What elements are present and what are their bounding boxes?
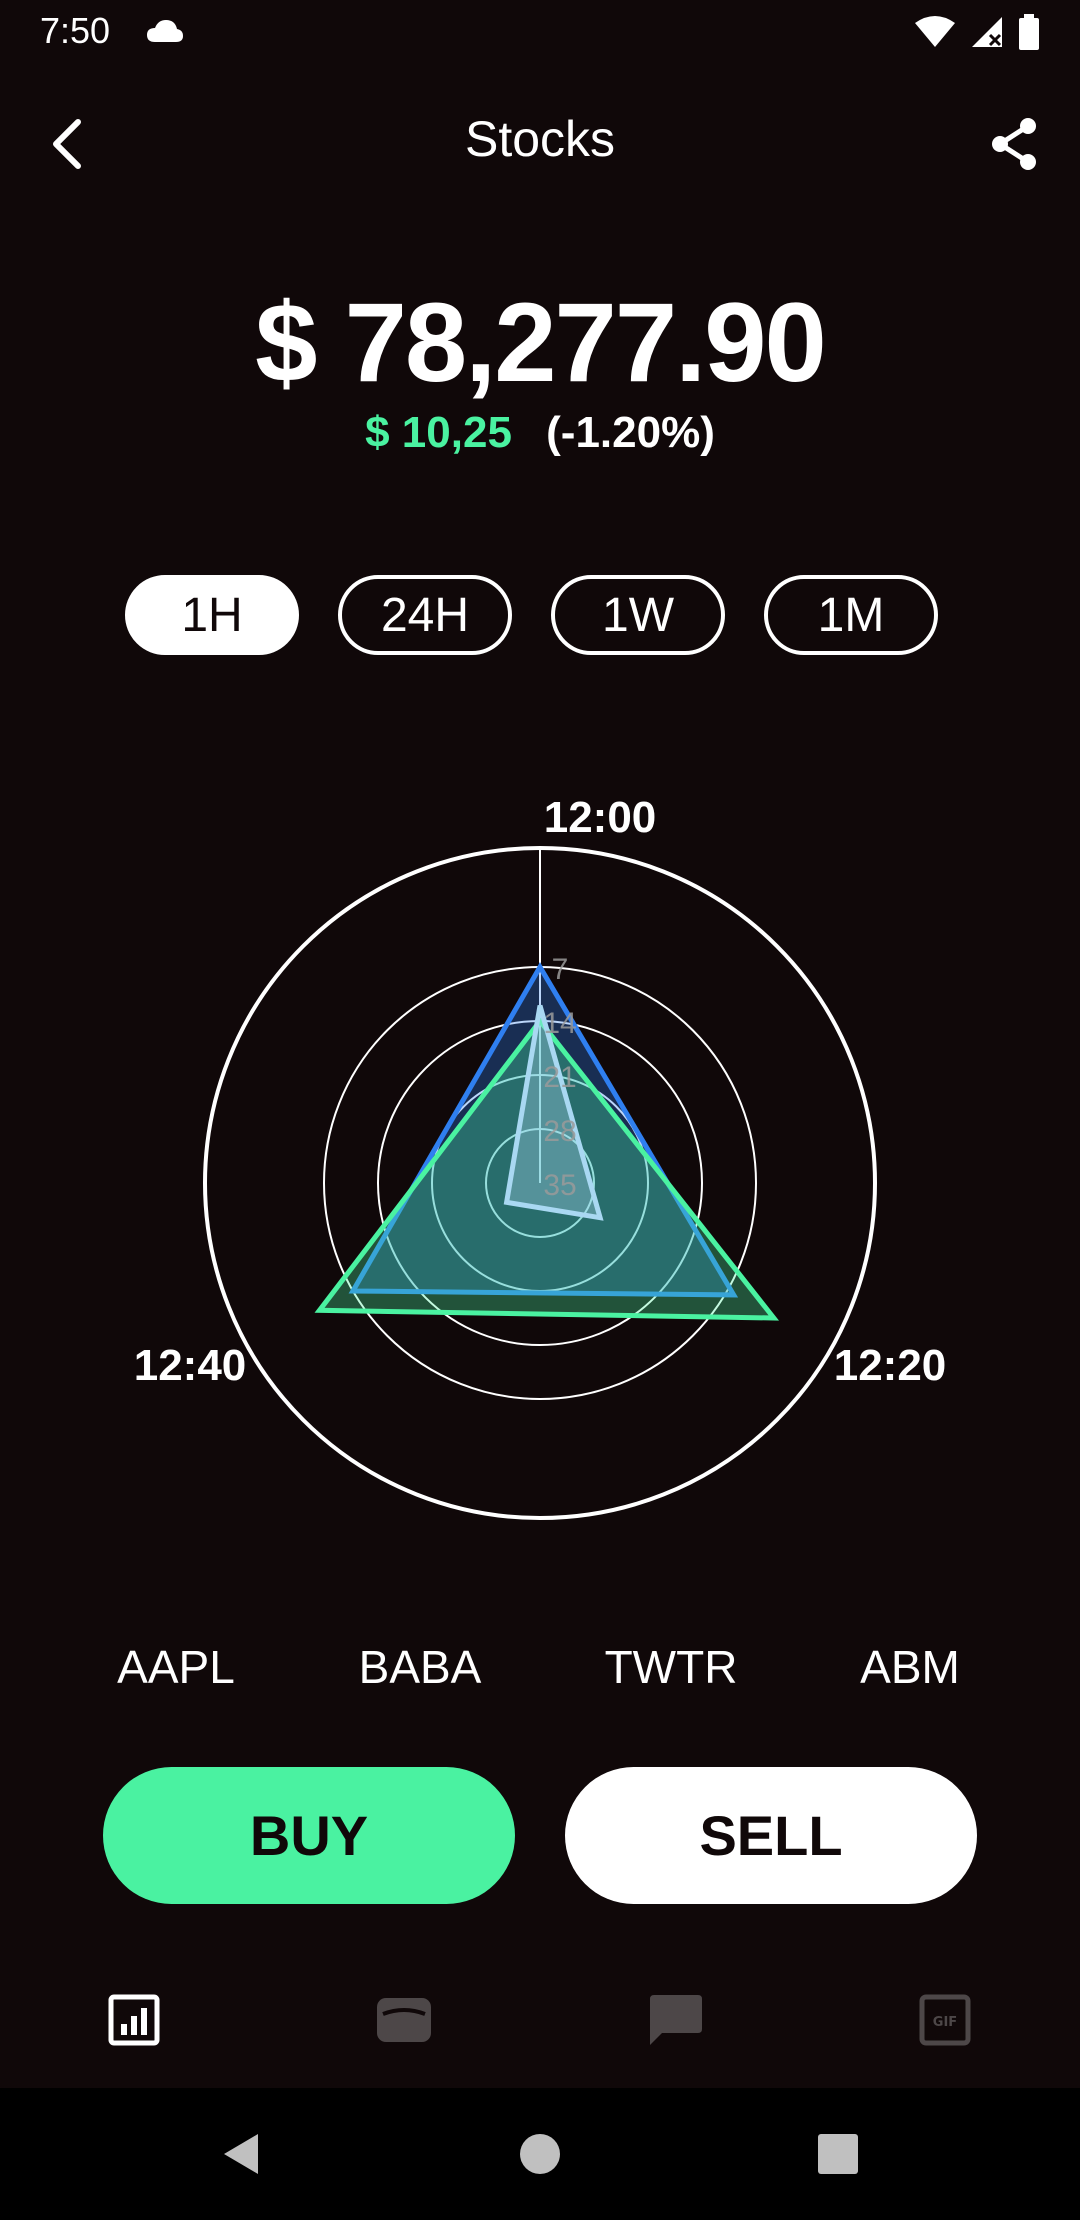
ticker-twtr[interactable]: TWTR <box>605 1640 738 1694</box>
gif-icon: GIF <box>919 1994 971 2046</box>
cloud-icon <box>145 18 185 49</box>
recents-square-icon <box>818 2134 858 2174</box>
ticker-abm[interactable]: ABM <box>860 1640 960 1694</box>
back-triangle-icon <box>224 2134 258 2174</box>
radar-tick-label: 28 <box>543 1115 576 1148</box>
chart-icon <box>108 1994 160 2046</box>
sell-button[interactable]: SELL <box>565 1767 977 1904</box>
system-back-button[interactable] <box>208 2122 272 2186</box>
svg-text:GIF: GIF <box>933 2015 957 2030</box>
system-home-button[interactable] <box>508 2122 572 2186</box>
radar-axis-label: 12:40 <box>134 1341 247 1390</box>
tab-1h[interactable]: 1H <box>125 575 299 655</box>
status-time: 7:50 <box>40 10 111 51</box>
radar-tick-label: 7 <box>552 953 569 986</box>
change-percent: (-1.20%) <box>546 408 715 457</box>
ticker-aapl[interactable]: AAPL <box>117 1640 235 1694</box>
chat-icon <box>650 1995 702 2045</box>
share-button[interactable] <box>982 112 1046 176</box>
nav-item-gif[interactable]: GIF <box>905 1980 985 2060</box>
cell-signal-icon <box>970 15 1004 54</box>
wifi-icon <box>914 15 956 54</box>
stocks-screen: 7:50 Stocks $ 78,277.90 $ 10,25 (-1.20%)… <box>0 0 1080 2220</box>
nav-item-wallet[interactable] <box>364 1980 444 2060</box>
battery-icon <box>1018 14 1040 55</box>
radar-tick-label: 35 <box>543 1169 576 1202</box>
status-bar: 7:50 <box>0 0 1080 64</box>
radar-axis-label: 12:20 <box>834 1341 947 1390</box>
page-title: Stocks <box>464 111 616 167</box>
radar-tick-label: 21 <box>543 1061 576 1094</box>
nav-item-chart[interactable] <box>94 1980 174 2060</box>
tab-24h[interactable]: 24H <box>338 575 512 655</box>
change-amount: $ 10,25 <box>365 408 512 457</box>
balance-change: $ 10,25 (-1.20%) <box>0 408 1080 458</box>
portfolio-balance: $ 78,277.90 <box>255 280 827 405</box>
radar-axis-label: 12:00 <box>544 793 657 842</box>
status-icons <box>914 14 1040 55</box>
app-bar: Stocks <box>0 90 1080 200</box>
system-recents-button[interactable] <box>806 2122 870 2186</box>
ticker-list: AAPL BABA TWTR ABM <box>0 1640 1080 1700</box>
buy-button[interactable]: BUY <box>103 1767 515 1904</box>
tab-1m[interactable]: 1M <box>764 575 938 655</box>
share-icon <box>992 118 1036 170</box>
radar-chart: 7 14 21 28 35 12:00 12:20 12:40 <box>134 793 947 1520</box>
period-tabs: 1H 24H 1W 1M <box>125 575 938 655</box>
tab-1w[interactable]: 1W <box>551 575 725 655</box>
nav-item-chat[interactable] <box>635 1980 715 2060</box>
wallet-icon <box>377 1998 431 2042</box>
radar-tick-label: 14 <box>543 1007 576 1040</box>
ticker-baba[interactable]: BABA <box>359 1640 482 1694</box>
bottom-nav: GIF <box>0 1960 1080 2090</box>
home-circle-icon <box>520 2134 560 2174</box>
system-nav-bar <box>0 2088 1080 2220</box>
